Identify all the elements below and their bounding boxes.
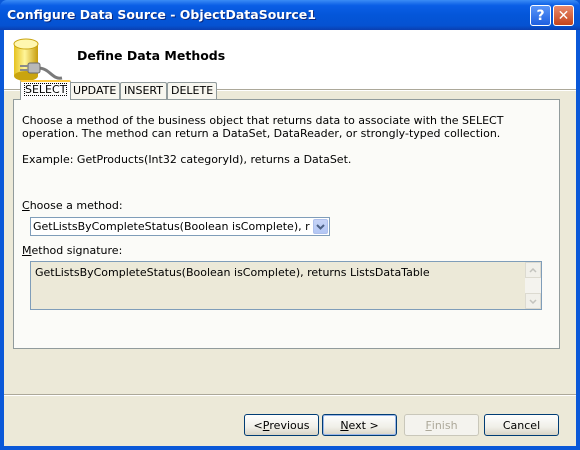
tab-insert-label: INSERT	[124, 84, 163, 97]
footer-divider-highlight	[4, 395, 576, 396]
previous-button[interactable]: < Previous	[244, 414, 319, 436]
chevron-down-icon	[316, 223, 325, 230]
scroll-up-button[interactable]	[525, 262, 541, 278]
help-icon: ?	[536, 7, 545, 24]
method-signature-textbox[interactable]: GetListsByCompleteStatus(Boolean isCompl…	[30, 261, 542, 310]
tab-update-label: UPDATE	[73, 84, 117, 97]
signature-label-text: ethod signature:	[31, 244, 123, 257]
finish-label: inish	[431, 418, 458, 432]
method-dropdown-value: GetListsByCompleteStatus(Boolean isCompl…	[33, 220, 310, 233]
chevron-down-icon	[529, 298, 537, 304]
title-bar[interactable]: Configure Data Source - ObjectDataSource…	[0, 0, 580, 30]
close-icon: ✕	[557, 7, 570, 24]
choose-method-label: Choose a method:	[22, 199, 123, 212]
help-button[interactable]: ?	[530, 5, 551, 26]
window-title: Configure Data Source - ObjectDataSource…	[7, 7, 316, 22]
tab-delete-label: DELETE	[171, 84, 214, 97]
finish-button[interactable]: Finish	[404, 414, 479, 436]
signature-accel: M	[22, 244, 32, 257]
tab-update[interactable]: UPDATE	[69, 82, 121, 99]
method-signature-value: GetListsByCompleteStatus(Boolean isCompl…	[35, 266, 430, 279]
signature-label: Method signature:	[22, 244, 122, 257]
database-icon	[13, 38, 63, 81]
method-dropdown[interactable]: GetListsByCompleteStatus(Boolean isCompl…	[30, 217, 330, 236]
previous-prefix: <	[253, 418, 263, 432]
tab-insert[interactable]: INSERT	[120, 82, 167, 99]
choose-method-label-text: hoose a method:	[29, 199, 123, 212]
previous-accel: P	[262, 418, 270, 432]
cancel-label: Cancel	[502, 418, 541, 432]
previous-label: revious	[269, 418, 310, 432]
wizard-header: Define Data Methods	[4, 30, 576, 90]
page-title: Define Data Methods	[77, 48, 226, 63]
tab-delete[interactable]: DELETE	[167, 82, 218, 99]
signature-scrollbar[interactable]	[525, 262, 541, 309]
dropdown-arrow-button[interactable]	[313, 219, 328, 234]
choose-method-accel: C	[22, 199, 30, 212]
method-description: Choose a method of the business object t…	[22, 114, 504, 140]
tab-select-label: SELECT	[24, 83, 68, 96]
next-accel: N	[340, 418, 349, 432]
chevron-up-icon	[529, 267, 537, 273]
next-label: ext >	[348, 418, 379, 432]
cancel-button[interactable]: Cancel	[484, 414, 559, 436]
scroll-down-button[interactable]	[525, 293, 541, 309]
close-button[interactable]: ✕	[553, 5, 574, 26]
dialog-window: Configure Data Source - ObjectDataSource…	[0, 0, 580, 450]
next-button[interactable]: Next >	[322, 414, 397, 436]
method-example: Example: GetProducts(Int32 categoryId), …	[22, 153, 352, 166]
tab-select[interactable]: SELECT	[20, 80, 72, 100]
